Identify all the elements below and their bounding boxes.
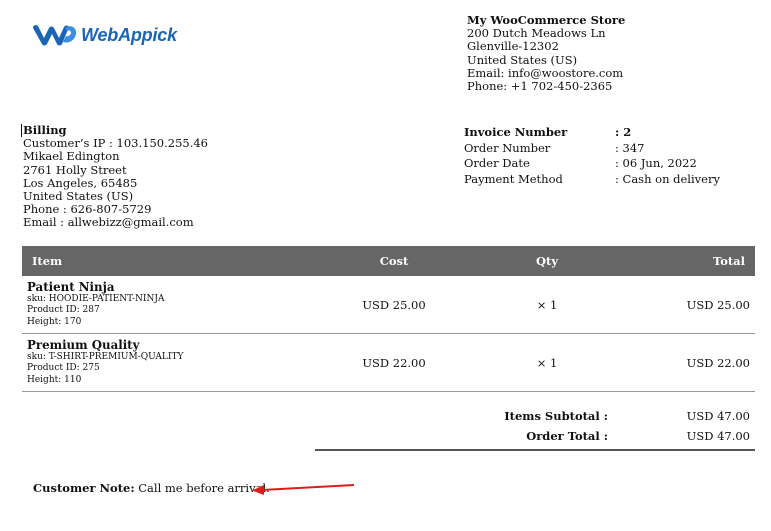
header-total: Total: [712, 254, 745, 268]
red-arrow-annotation: [252, 484, 355, 495]
invoice-number-value: : 2: [615, 125, 632, 139]
order-number-row: Order Number : 347: [464, 141, 720, 157]
product-name: Patient Ninja: [27, 279, 115, 294]
store-info: My WooCommerce Store 200 Dutch Meadows L…: [467, 13, 625, 94]
items-subtotal-row: Items Subtotal : USD 47.00: [315, 406, 755, 426]
item-cost: USD 25.00: [362, 297, 426, 312]
payment-method-value: : Cash on delivery: [615, 171, 720, 186]
billing-street: 2761 Holly Street: [23, 162, 127, 177]
order-date-row: Order Date : 06 Jun, 2022: [464, 156, 720, 172]
item-qty: × 1: [536, 355, 558, 370]
product-sku: sku: HOODIE-PATIENT-NINJA: [27, 293, 165, 304]
order-total-value: USD 47.00: [686, 429, 750, 443]
header-item: Item: [32, 254, 63, 268]
invoice-number-row: Invoice Number : 2: [464, 125, 720, 141]
order-number-label: Order Number: [464, 140, 551, 155]
item-total: USD 25.00: [686, 297, 750, 312]
payment-method-label: Payment Method: [464, 171, 563, 186]
store-address-line-2: Glenville-12302: [467, 39, 559, 54]
items-subtotal-value: USD 47.00: [686, 409, 750, 423]
totals-divider: [315, 449, 755, 451]
header-cost: Cost: [379, 254, 409, 268]
product-height: Height: 110: [27, 374, 82, 385]
item-cell: Premium Quality sku: T-SHIRT-PREMIUM-QUA…: [22, 337, 315, 387]
table-row: Premium Quality sku: T-SHIRT-PREMIUM-QUA…: [22, 334, 755, 392]
customer-note: Customer Note: Call me before arrival.: [33, 481, 270, 495]
product-id: Product ID: 275: [27, 363, 100, 374]
header-qty: Qty: [535, 254, 558, 268]
product-name: Premium Quality: [27, 337, 140, 352]
product-height: Height: 170: [27, 316, 82, 327]
webappick-logo: WebAppick: [32, 22, 177, 48]
store-country: United States (US): [467, 52, 578, 67]
item-qty: × 1: [536, 297, 558, 312]
store-phone: Phone: +1 702-450-2365: [467, 79, 613, 94]
payment-method-row: Payment Method : Cash on delivery: [464, 172, 720, 188]
order-total-label: Order Total :: [526, 429, 608, 443]
billing-info: Billing Customer’s IP : 103.150.255.46 M…: [21, 123, 208, 230]
order-items-table: Item Cost Qty Total Patient Ninja sku: H…: [22, 246, 755, 392]
invoice-number-label: Invoice Number: [464, 125, 568, 139]
items-subtotal-label: Items Subtotal :: [504, 409, 608, 423]
customer-note-label: Customer Note:: [33, 481, 135, 495]
order-date-label: Order Date: [464, 156, 530, 171]
product-sku: sku: T-SHIRT-PREMIUM-QUALITY: [27, 351, 184, 362]
order-number-value: : 347: [615, 140, 645, 155]
order-totals: Items Subtotal : USD 47.00 Order Total :…: [315, 406, 755, 451]
invoice-details: Invoice Number : 2 Order Number : 347 Or…: [464, 125, 720, 187]
customer-name: Mikael Edington: [23, 149, 120, 164]
item-total: USD 22.00: [686, 355, 750, 370]
table-header: Item Cost Qty Total: [22, 246, 755, 276]
order-total-row: Order Total : USD 47.00: [315, 426, 755, 446]
webappick-logo-icon: [33, 24, 77, 46]
table-row: Patient Ninja sku: HOODIE-PATIENT-NINJA …: [22, 276, 755, 334]
item-cost: USD 22.00: [362, 355, 426, 370]
product-id: Product ID: 287: [27, 305, 100, 316]
logo-text: WebAppick: [81, 24, 177, 45]
item-cell: Patient Ninja sku: HOODIE-PATIENT-NINJA …: [22, 279, 315, 329]
order-date-value: : 06 Jun, 2022: [615, 156, 697, 171]
billing-email: Email : allwebizz@gmail.com: [23, 215, 194, 230]
